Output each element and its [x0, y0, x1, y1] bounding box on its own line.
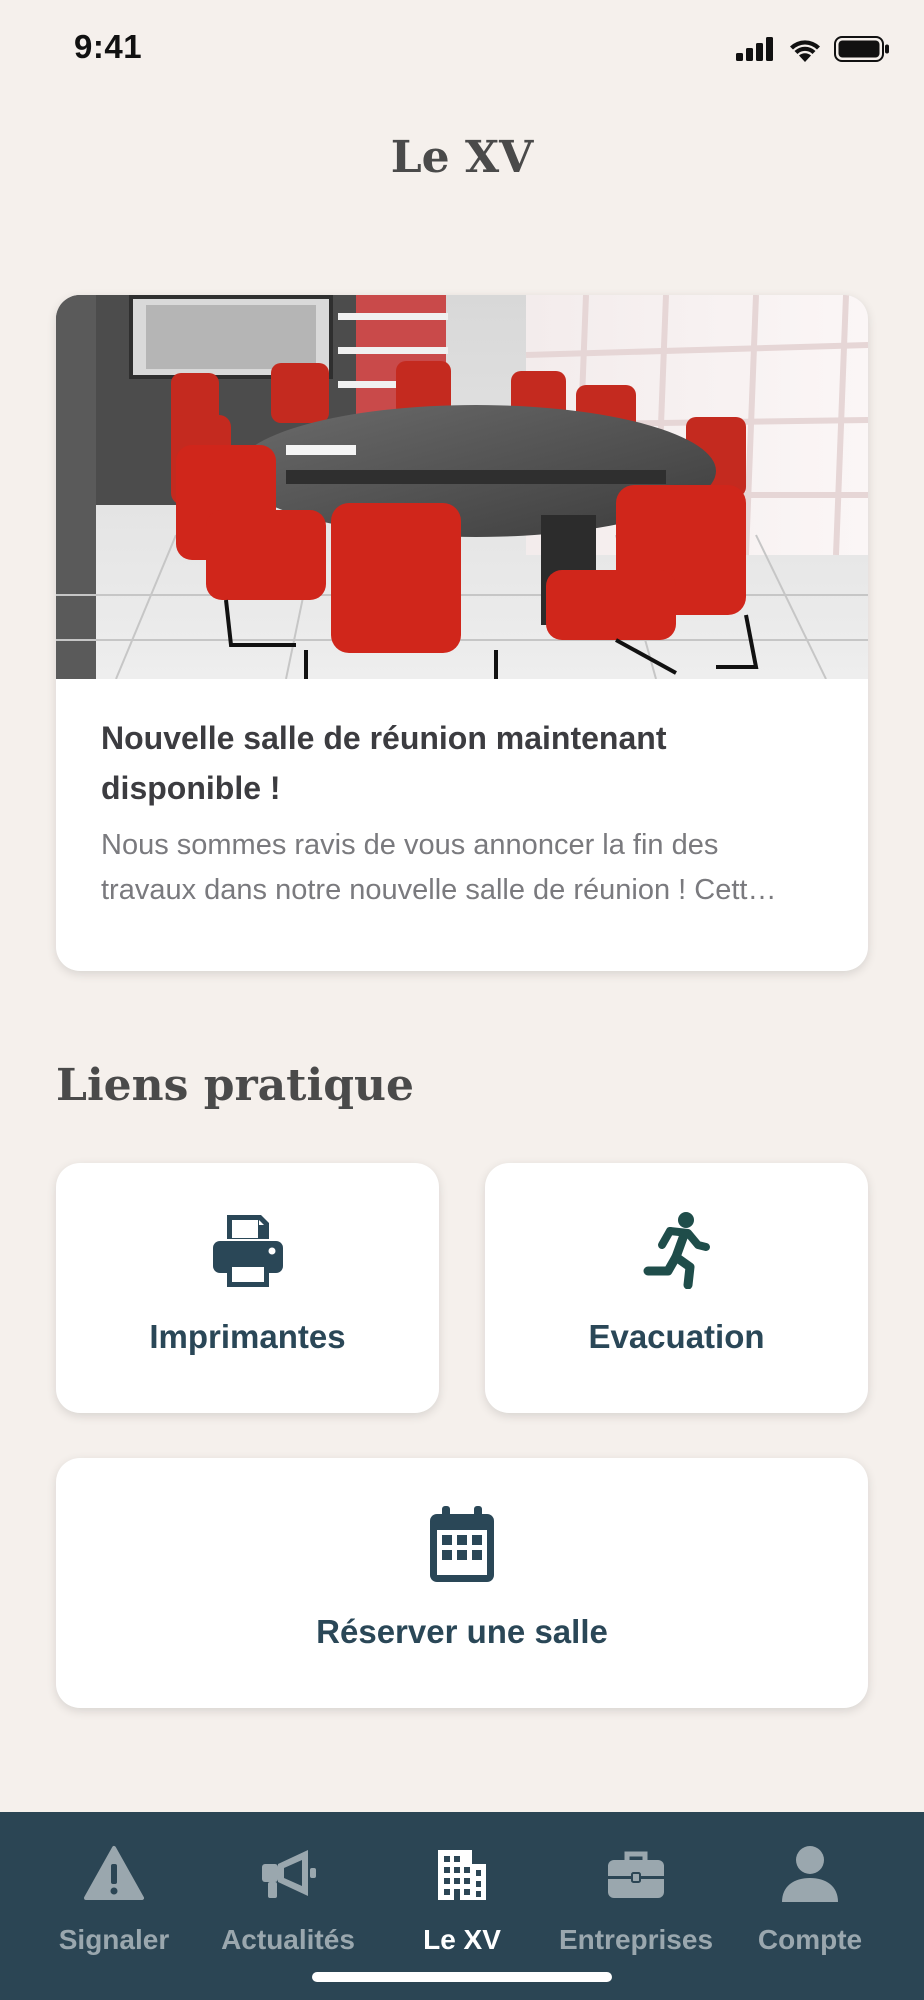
tab-signaler[interactable]: Signaler	[22, 1812, 206, 1962]
wifi-icon	[790, 40, 820, 62]
printer-icon	[213, 1215, 283, 1287]
building-icon	[438, 1850, 486, 1900]
status-icons	[736, 34, 890, 64]
news-title: Nouvelle salle de réunion maintenant dis…	[101, 720, 667, 806]
printers-tile[interactable]: Imprimantes	[56, 1163, 439, 1413]
news-excerpt-line-2: travaux dans notre nouvelle salle de réu…	[101, 874, 777, 906]
evacuation-tile[interactable]: Evacuation	[485, 1163, 868, 1413]
tab-entreprises[interactable]: Entreprises	[544, 1812, 728, 1962]
user-icon	[782, 1846, 838, 1902]
tab-label-compte: Compte	[757, 1924, 863, 1955]
megaphone-icon	[262, 1850, 316, 1898]
news-excerpt: Nous sommes ravis de vous annoncer la fi…	[101, 823, 836, 915]
news-card[interactable]: Nouvelle salle de réunion maintenant dis…	[56, 295, 868, 971]
printers-label: Imprimantes	[149, 1318, 346, 1355]
tab-label-le-xv: Le XV	[423, 1924, 501, 1955]
news-excerpt-line-1: Nous sommes ravis de vous annoncer la fi…	[101, 829, 719, 861]
book-room-label: Réserver une salle	[316, 1613, 608, 1650]
tab-label-signaler: Signaler	[58, 1924, 170, 1955]
cellular-signal-icon	[736, 37, 773, 61]
evacuation-label: Evacuation	[588, 1318, 765, 1355]
section-title-links: Liens pratique	[56, 1060, 414, 1111]
briefcase-icon	[608, 1851, 664, 1898]
tab-le-xv[interactable]: Le XV	[370, 1812, 554, 1962]
status-time: 9:41	[74, 28, 143, 65]
tab-label-actualites: Actualités	[221, 1924, 355, 1955]
status-bar: 9:41	[0, 0, 924, 96]
home-indicator	[312, 1972, 612, 1982]
running-person-icon	[643, 1212, 710, 1289]
battery-icon	[834, 36, 889, 62]
news-image-meeting-room	[56, 295, 868, 679]
tab-label-entreprises: Entreprises	[558, 1924, 714, 1955]
warning-icon	[84, 1846, 144, 1900]
tab-actualites[interactable]: Actualités	[196, 1812, 380, 1962]
tab-compte[interactable]: Compte	[718, 1812, 902, 1962]
calendar-icon	[430, 1506, 494, 1582]
page-title: Le XV	[390, 132, 534, 183]
book-room-tile[interactable]: Réserver une salle	[56, 1458, 868, 1708]
